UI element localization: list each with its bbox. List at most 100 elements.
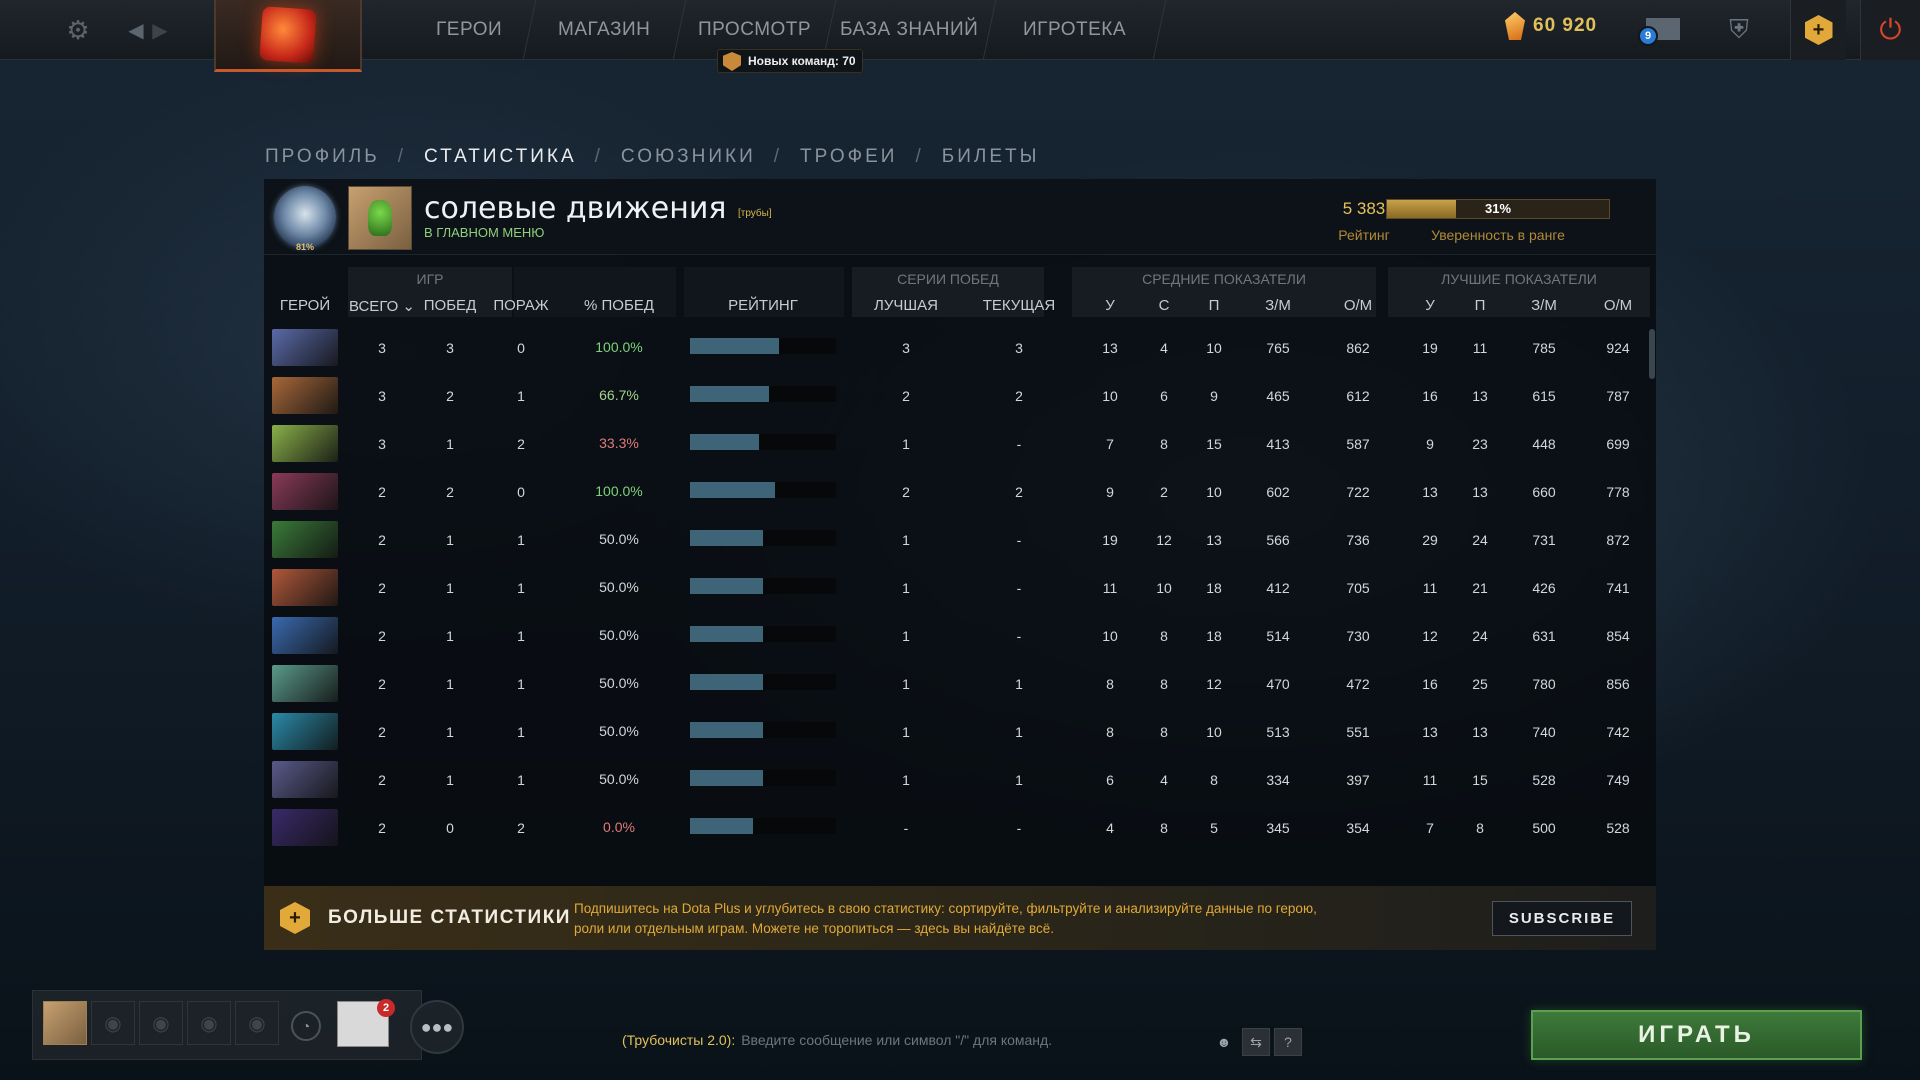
scrollbar[interactable] — [1649, 329, 1655, 379]
nav-heroes[interactable]: ГЕРОИ — [403, 0, 537, 60]
col-total[interactable]: ВСЕГО ⌄ — [348, 297, 416, 315]
hero-portrait[interactable] — [272, 713, 338, 750]
table-row[interactable]: 2 0 2 - - 4 8 5 345 354 7 8 500 528 0.0% — [264, 803, 1644, 851]
col-current-streak[interactable]: ТЕКУЩАЯ — [964, 297, 1074, 314]
dota-logo-button[interactable] — [214, 0, 362, 72]
cell-bxpm: 924 — [1606, 340, 1630, 356]
shards-display[interactable]: 60 920 — [1505, 12, 1597, 40]
nav-arcade[interactable]: ИГРОТЕКА — [983, 0, 1167, 60]
col-best-xpm[interactable]: О/М — [1588, 297, 1648, 314]
play-button[interactable]: ИГРАТЬ — [1531, 1010, 1862, 1060]
table-row[interactable]: 3 2 1 2 2 10 6 9 465 612 16 13 615 787 66.7% — [264, 371, 1644, 419]
hero-portrait[interactable] — [272, 425, 338, 462]
table-row[interactable]: 3 3 0 3 3 13 4 10 765 862 19 11 785 924 100.0% — [264, 323, 1644, 371]
col-best-assists[interactable]: П — [1460, 297, 1500, 314]
avatar[interactable] — [348, 186, 412, 250]
table-row[interactable]: 2 1 1 1 1 6 4 8 334 397 11 15 528 749 50.0% — [264, 755, 1644, 803]
col-wins[interactable]: ПОБЕД — [420, 297, 480, 314]
cell-current: 2 — [1015, 388, 1023, 404]
voice-chat-icon[interactable]: ◔ — [291, 1011, 321, 1041]
party-slot-empty[interactable]: ◉ — [187, 1001, 231, 1045]
col-best-streak[interactable]: ЛУЧШАЯ — [856, 297, 956, 314]
chat-input[interactable]: (Трубочисты 2.0): Введите сообщение или с… — [622, 1032, 1052, 1048]
mail-button[interactable]: 9 — [1638, 14, 1680, 46]
tab-allies[interactable]: СОЮЗНИКИ — [621, 146, 756, 168]
hero-portrait[interactable] — [272, 569, 338, 606]
hero-portrait[interactable] — [272, 377, 338, 414]
col-losses[interactable]: ПОРАЖ — [486, 297, 556, 314]
emoji-icon[interactable]: ☻ — [1210, 1028, 1238, 1056]
cell-best: 2 — [902, 388, 910, 404]
party-slot-self[interactable] — [43, 1001, 87, 1045]
power-icon[interactable]: ⏻ — [1860, 0, 1920, 60]
cell-losses: 1 — [517, 772, 525, 788]
profile-tabs: ПРОФИЛЬ / СТАТИСТИКА / СОЮЗНИКИ / ТРОФЕИ… — [265, 146, 1039, 168]
cell-ad: 8 — [1160, 820, 1168, 836]
cell-wins: 3 — [446, 340, 454, 356]
table-row[interactable]: 2 2 0 2 2 9 2 10 602 722 13 13 660 778 100.0% — [264, 467, 1644, 515]
cell-aa: 18 — [1206, 628, 1222, 644]
gear-icon[interactable]: ⚙ — [60, 12, 96, 48]
col-avg-assists[interactable]: П — [1194, 297, 1234, 314]
cell-wins: 1 — [446, 724, 454, 740]
friends-group-icon[interactable]: ●●● — [410, 1000, 464, 1054]
nav-arcade-label: ИГРОТЕКА — [1023, 19, 1126, 40]
cell-bk: 16 — [1422, 388, 1438, 404]
col-best-kills[interactable]: У — [1410, 297, 1450, 314]
cell-total: 3 — [378, 436, 386, 452]
table-row[interactable]: 2 1 1 1 1 8 8 12 470 472 16 25 780 856 50.0% — [264, 659, 1644, 707]
col-avg-kills[interactable]: У — [1090, 297, 1130, 314]
cell-ba: 13 — [1472, 724, 1488, 740]
tab-profile[interactable]: ПРОФИЛЬ — [265, 146, 380, 168]
hero-stats-table: 3 3 0 3 3 13 4 10 765 862 19 11 785 924 100.0% 3 2 1 2 2 10 6… — [264, 323, 1656, 866]
cell-losses: 1 — [517, 532, 525, 548]
cell-aa: 12 — [1206, 676, 1222, 692]
hero-portrait[interactable] — [272, 809, 338, 846]
hero-portrait[interactable] — [272, 617, 338, 654]
hero-portrait[interactable] — [272, 329, 338, 366]
tab-tickets[interactable]: БИЛЕТЫ — [942, 146, 1040, 168]
hero-portrait[interactable] — [272, 473, 338, 510]
party-slot-empty[interactable]: ◉ — [235, 1001, 279, 1045]
party-slot-empty[interactable]: ◉ — [91, 1001, 135, 1045]
table-row[interactable]: 2 1 1 1 - 19 12 13 566 736 29 24 731 872 50.0% — [264, 515, 1644, 563]
col-rating[interactable]: РЕЙТИНГ — [690, 297, 836, 314]
cell-axpm: 705 — [1346, 580, 1370, 596]
help-icon[interactable]: ? — [1274, 1028, 1302, 1056]
cell-ad: 12 — [1156, 532, 1172, 548]
cell-bxpm: 749 — [1606, 772, 1630, 788]
hero-portrait[interactable] — [272, 761, 338, 798]
rank-medal-icon[interactable]: 81% — [274, 186, 336, 252]
cell-total: 2 — [378, 580, 386, 596]
chat-placeholder: Введите сообщение или символ "/" для ком… — [741, 1032, 1053, 1048]
col-best-gpm[interactable]: З/М — [1514, 297, 1574, 314]
rating-bar — [690, 674, 836, 690]
forward-icon[interactable]: ▶ — [142, 12, 178, 48]
armory-icon[interactable]: ⛨ — [1715, 10, 1763, 50]
table-row[interactable]: 3 1 2 1 - 7 8 15 413 587 9 23 448 699 33.3% — [264, 419, 1644, 467]
col-avg-gpm[interactable]: З/М — [1248, 297, 1308, 314]
col-hero[interactable]: ГЕРОЙ — [264, 297, 346, 314]
cell-ak: 10 — [1102, 628, 1118, 644]
tab-stats[interactable]: СТАТИСТИКА — [424, 146, 577, 168]
col-avg-deaths[interactable]: С — [1144, 297, 1184, 314]
new-commands-badge[interactable]: Новых команд: 70 — [717, 49, 863, 73]
table-row[interactable]: 2 1 1 1-11 10 18 412 705 11 21 426 741 50.0% — [264, 563, 1644, 611]
table-row[interactable]: 2 1 1 1 1 8 8 10 513 551 13 13 740 742 50.0% — [264, 707, 1644, 755]
hero-portrait[interactable] — [272, 521, 338, 558]
nav-store[interactable]: МАГАЗИН — [523, 0, 687, 60]
table-row[interactable]: 2 1 1 1 - 10 8 18 514 730 12 24 631 854 50.0% — [264, 611, 1644, 659]
tab-separator: / — [594, 146, 603, 167]
dota-plus-button[interactable]: + — [1790, 0, 1846, 60]
party-slot-empty[interactable]: ◉ — [139, 1001, 183, 1045]
cell-bgpm: 426 — [1532, 580, 1556, 596]
col-winrate[interactable]: % ПОБЕД — [564, 297, 674, 314]
cell-losses: 1 — [517, 580, 525, 596]
hero-portrait[interactable] — [272, 665, 338, 702]
col-avg-xpm[interactable]: О/М — [1328, 297, 1388, 314]
subscribe-button[interactable]: SUBSCRIBE — [1492, 901, 1632, 936]
tab-trophies[interactable]: ТРОФЕИ — [800, 146, 897, 168]
chat-wheel-icon[interactable]: ⇆ — [1242, 1028, 1270, 1056]
cell-bxpm: 778 — [1606, 484, 1630, 500]
cell-bk: 9 — [1426, 436, 1434, 452]
